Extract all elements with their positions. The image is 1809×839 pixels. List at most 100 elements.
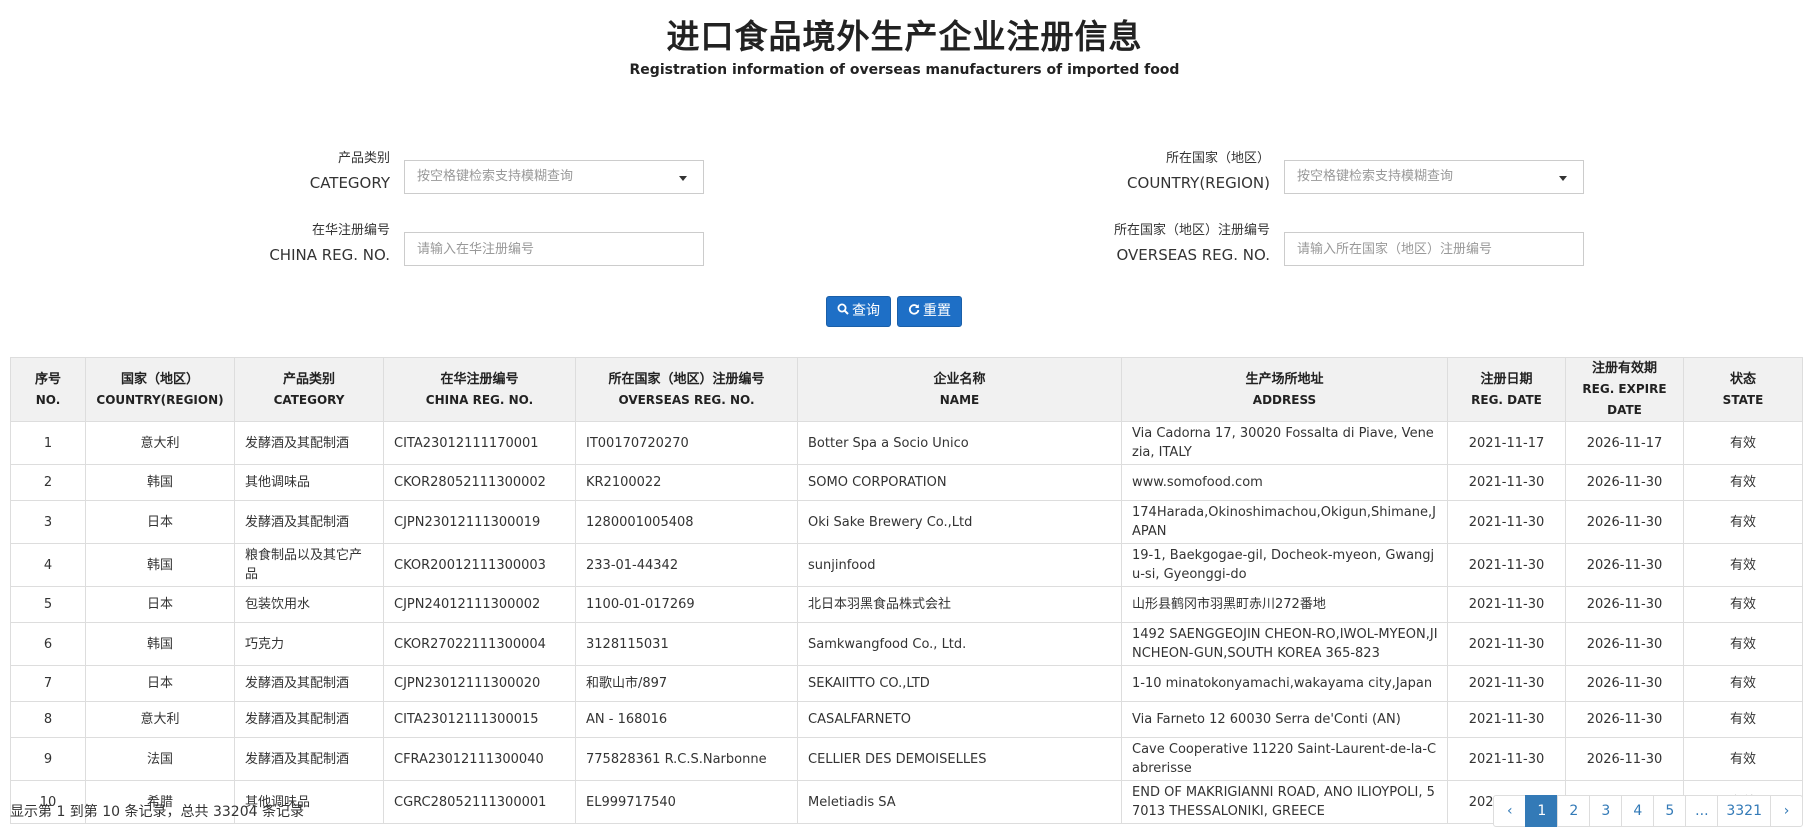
china-reg-label-en: CHINA REG. NO.: [269, 246, 390, 264]
page-button-2[interactable]: 2: [1557, 795, 1591, 827]
china-reg-cell: CJPN23012111300020: [383, 665, 576, 702]
address-cell: Cave Cooperative 11220 Saint-Laurent-de-…: [1121, 737, 1448, 781]
row-number: 7: [10, 665, 86, 702]
overseas-reg-cell: KR2100022: [575, 464, 798, 501]
overseas-reg-cell: 233-01-44342: [575, 543, 798, 587]
column-header-cn: 注册日期: [1480, 371, 1533, 387]
name-cell: Oki Sake Brewery Co.,Ltd: [797, 500, 1122, 544]
column-header: 企业名称 NAME: [797, 357, 1122, 422]
table-row[interactable]: 1 意大利 发酵酒及其配制酒 CITA23012111170001 IT00170720…: [10, 421, 1803, 465]
table-row[interactable]: 6 韩国 巧克力 CKOR27022111300004 3128115031 Samkwa…: [10, 622, 1803, 666]
category-cell: 包装饮用水: [234, 586, 384, 623]
china-reg-cell: CFRA23012111300040: [383, 737, 576, 781]
column-header-cn: 生产场所地址: [1245, 371, 1324, 387]
page-button-3321[interactable]: 3321: [1717, 795, 1771, 827]
table-row[interactable]: 9 法国 发酵酒及其配制酒 CFRA23012111300040 775828361 R…: [10, 737, 1803, 781]
table-row[interactable]: 5 日本 包装饮用水 CJPN24012111300002 1100-01-017269…: [10, 586, 1803, 623]
table-row[interactable]: 3 日本 发酵酒及其配制酒 CJPN23012111300019 12800010054…: [10, 500, 1803, 544]
name-cell: SOMO CORPORATION: [797, 464, 1122, 501]
column-header-en: OVERSEAS REG. NO.: [618, 392, 755, 407]
china-reg-cell: CKOR20012111300003: [383, 543, 576, 587]
column-header-en: ADDRESS: [1252, 392, 1317, 407]
country-cell: 韩国: [85, 622, 235, 666]
overseas-reg-cell: 3128115031: [575, 622, 798, 666]
page-subtitle: Registration information of overseas man…: [629, 62, 1180, 78]
column-header-en: REG. DATE: [1471, 392, 1542, 407]
next-page-button[interactable]: ›: [1770, 795, 1803, 827]
state-cell: 有效: [1683, 665, 1803, 702]
address-cell: Via Cadorna 17, 30020 Fossalta di Piave,…: [1121, 421, 1448, 465]
column-header: 注册有效期 REG. EXPIRE DATE: [1565, 357, 1684, 422]
country-select[interactable]: 按空格键检索支持模糊查询: [1284, 160, 1584, 194]
expire-date-cell: 2026-11-17: [1565, 421, 1684, 465]
overseas-reg-input[interactable]: [1284, 232, 1584, 266]
category-label-en: CATEGORY: [309, 174, 390, 192]
category-cell: 粮食制品以及其它产品: [234, 543, 384, 587]
reset-button[interactable]: 重置: [897, 296, 962, 327]
column-header: 产品类别 CATEGORY: [234, 357, 384, 422]
state-cell: 有效: [1683, 543, 1803, 587]
page-button-1[interactable]: 1: [1525, 795, 1559, 827]
table-row[interactable]: 8 意大利 发酵酒及其配制酒 CITA23012111300015 AN - 16801…: [10, 701, 1803, 738]
page-button-4[interactable]: 4: [1621, 795, 1655, 827]
overseas-reg-cell: 1280001005408: [575, 500, 798, 544]
page-header: 进口食品境外生产企业注册信息 Registration information …: [0, 14, 1809, 78]
table-row[interactable]: 2 韩国 其他调味品 CKOR28052111300002 KR2100022 SOMO …: [10, 464, 1803, 501]
column-header: 所在国家（地区）注册编号 OVERSEAS REG. NO.: [575, 357, 798, 422]
column-header-cn: 产品类别: [282, 371, 335, 387]
category-select[interactable]: 按空格键检索支持模糊查询: [404, 160, 704, 194]
row-number: 8: [10, 701, 86, 738]
reg-date-cell: 2021-11-30: [1447, 737, 1566, 781]
search-icon: [837, 297, 849, 326]
china-reg-cell: CJPN23012111300019: [383, 500, 576, 544]
table-row[interactable]: 4 韩国 粮食制品以及其它产品 CKOR20012111300003 233-01-44…: [10, 543, 1803, 587]
reset-button-label: 重置: [923, 303, 951, 319]
name-cell: SEKAIITTO CO.,LTD: [797, 665, 1122, 702]
reg-date-cell: 2021-11-30: [1447, 701, 1566, 738]
overseas-reg-label-cn: 所在国家（地区）注册编号: [1113, 223, 1270, 238]
column-header: 生产场所地址 ADDRESS: [1121, 357, 1448, 422]
country-cell: 韩国: [85, 464, 235, 501]
state-cell: 有效: [1683, 622, 1803, 666]
category-cell: 发酵酒及其配制酒: [234, 421, 384, 465]
china-reg-cell: CJPN24012111300002: [383, 586, 576, 623]
prev-page-button[interactable]: ‹: [1493, 795, 1527, 827]
row-number: 9: [10, 737, 86, 781]
china-reg-cell: CKOR28052111300002: [383, 464, 576, 501]
name-cell: 北日本羽黑食品株式会社: [797, 586, 1122, 623]
column-header-cn: 在华注册编号: [440, 371, 519, 387]
state-cell: 有效: [1683, 464, 1803, 501]
table-header-row: 序号 NO. 国家（地区） COUNTRY(REGION) 产品类别 CATEGORY 在华…: [10, 357, 1803, 422]
column-header: 序号 NO.: [10, 357, 86, 422]
expire-date-cell: 2026-11-30: [1565, 737, 1684, 781]
column-header-en: NAME: [939, 392, 980, 407]
page-button-3[interactable]: 3: [1589, 795, 1623, 827]
china-reg-label: 在华注册编号 CHINA REG. NO.: [170, 218, 390, 268]
row-number: 1: [10, 421, 86, 465]
china-reg-input[interactable]: [404, 232, 704, 266]
reg-date-cell: 2021-11-30: [1447, 500, 1566, 544]
state-cell: 有效: [1683, 500, 1803, 544]
overseas-reg-cell: AN - 168016: [575, 701, 798, 738]
address-cell: 山形县鹤冈市羽黑町赤川272番地: [1121, 586, 1448, 623]
table-row[interactable]: 7 日本 发酵酒及其配制酒 CJPN23012111300020 和歌山市/897 SEK…: [10, 665, 1803, 702]
page-title: 进口食品境外生产企业注册信息: [666, 17, 1143, 56]
name-cell: CASALFARNETO: [797, 701, 1122, 738]
overseas-reg-label-en: OVERSEAS REG. NO.: [1116, 246, 1270, 264]
column-header-en: COUNTRY(REGION): [96, 392, 224, 407]
column-header: 国家（地区） COUNTRY(REGION): [85, 357, 235, 422]
search-button[interactable]: 查询: [826, 296, 891, 327]
overseas-reg-cell: IT00170720270: [575, 421, 798, 465]
column-header-cn: 注册有效期: [1591, 361, 1657, 376]
address-cell: END OF MAKRIGIANNI ROAD, ANO ILIOYPOLI, …: [1121, 780, 1448, 824]
overseas-reg-cell: EL999717540: [575, 780, 798, 824]
reg-date-cell: 2021-11-30: [1447, 464, 1566, 501]
address-cell: 1-10 minatokonyamachi,wakayama city,Japa…: [1121, 665, 1448, 702]
page-button-5[interactable]: 5: [1653, 795, 1687, 827]
refresh-icon: [908, 297, 920, 326]
address-cell: Via Farneto 12 60030 Serra de'Conti (AN): [1121, 701, 1448, 738]
country-label-cn: 所在国家（地区）: [1165, 151, 1270, 166]
category-cell: 发酵酒及其配制酒: [234, 500, 384, 544]
category-cell: 其他调味品: [234, 464, 384, 501]
row-number: 3: [10, 500, 86, 544]
